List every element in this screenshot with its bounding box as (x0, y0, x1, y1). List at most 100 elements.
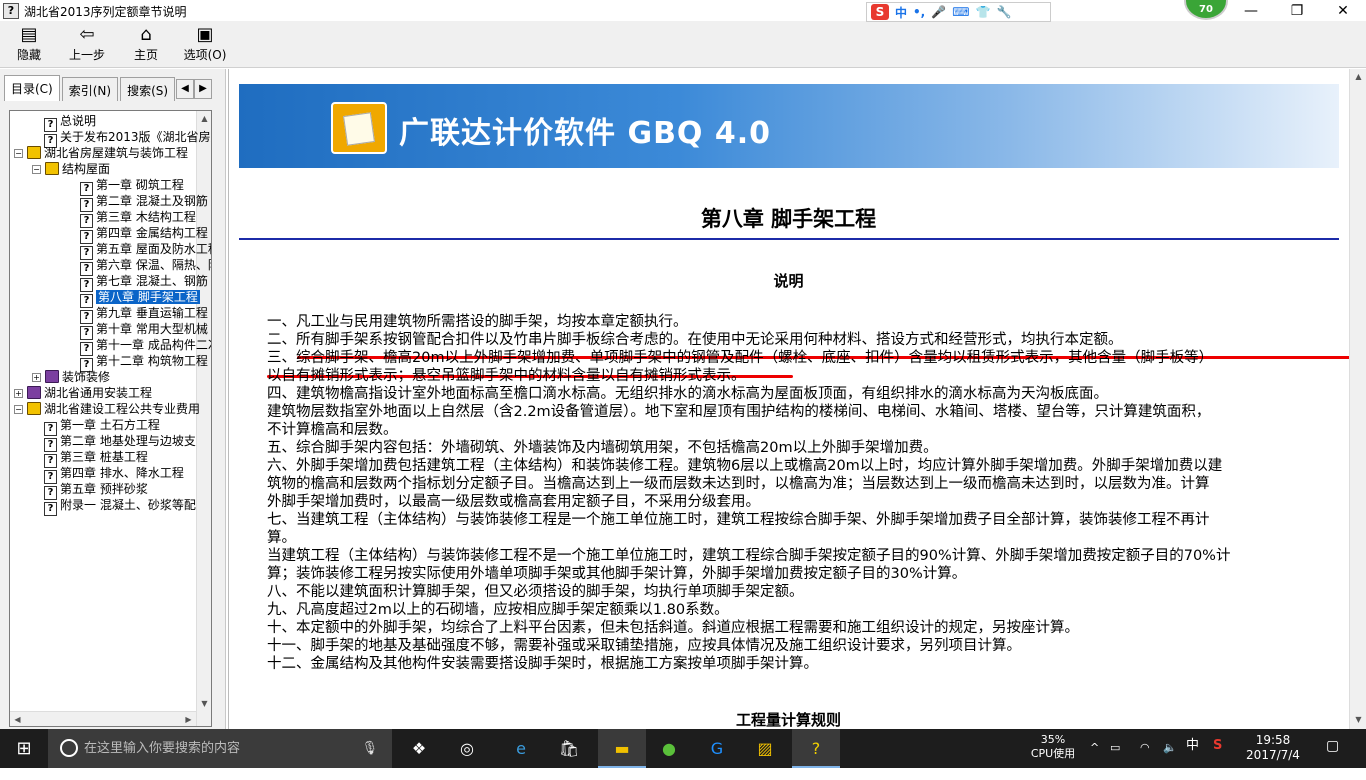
tree-item[interactable]: ? 第四章 排水、降水工程 (32, 465, 184, 484)
tree-item[interactable]: ? 第一章 砌筑工程 (68, 177, 184, 196)
app-green-icon[interactable]: ● (645, 729, 693, 768)
task-view-icon[interactable]: ❖ (395, 729, 443, 768)
scroll-up-icon[interactable]: ▲ (1351, 69, 1366, 84)
title-bar: ? 湖北省2013序列定额章节说明 S 中 •, 🎤 ⌨ 👕 🔧 70 — ❐ … (0, 0, 1366, 22)
score-badge[interactable]: 70 (1184, 0, 1228, 20)
hide-pane-icon: ▤ (20, 24, 38, 45)
restore-button[interactable]: ❐ (1274, 0, 1320, 22)
tree-item[interactable]: ? 第二章 混凝土及钢筋 (68, 193, 208, 212)
title-divider (239, 238, 1339, 240)
file-explorer-icon[interactable]: ▬ (598, 729, 646, 768)
doc-paragraph: 外脚手架增加费时，以最高一级层数或檐高套用定额子目，不采用分级套用。 (267, 494, 760, 510)
tree-item-label: 总说明 (60, 114, 97, 128)
collapse-icon[interactable]: − (14, 405, 23, 414)
notification-center-icon[interactable]: ▢ (1326, 739, 1339, 778)
tree-item-label: 第七章 混凝土、钢筋 (96, 274, 208, 288)
tree-item[interactable]: ? 第十一章 成品构件二次 (68, 337, 211, 356)
tree-item[interactable]: ? 第五章 屋面及防水工程 (68, 241, 211, 260)
tree-item[interactable]: ? 第三章 木结构工程 (68, 209, 196, 228)
doc-paragraph: 六、外脚手架增加费包括建筑工程（主体结构）和装饰装修工程。建筑物6层以上或檐高2… (267, 458, 1223, 474)
tab-index[interactable]: 索引(N) (61, 77, 119, 101)
ime-lang-toggle[interactable]: 中 (895, 4, 907, 21)
tree-item[interactable]: ? 第三章 桩基工程 (32, 449, 148, 468)
collapse-icon[interactable]: − (32, 165, 41, 174)
tree-item[interactable]: ? 第五章 预拌砂浆 (32, 481, 148, 500)
content-vertical-scrollbar[interactable]: ▲ ▼ (1349, 69, 1366, 729)
close-button[interactable]: ✕ (1320, 0, 1366, 22)
tree-item[interactable]: ? 总说明 (32, 113, 97, 132)
windows-start-icon[interactable]: ⊞ (0, 729, 48, 768)
tree-item[interactable]: ? 附录一 混凝土、砂浆等配 (32, 497, 196, 516)
tree-item[interactable]: ? 第一章 土石方工程 (32, 417, 160, 436)
tree-item[interactable]: ? 第二章 地基处理与边坡支 (32, 433, 196, 452)
tab-contents[interactable]: 目录(C) (4, 75, 60, 101)
tree-item-label: 第六章 保温、隔热、防 (96, 258, 212, 272)
options-button[interactable]: ▣ 选项(O) (180, 24, 230, 66)
scroll-right-icon[interactable]: ▶ (181, 712, 196, 726)
tree-item[interactable]: ? 第六章 保温、隔热、防 (68, 257, 212, 276)
doc-paragraph: 十一、脚手架的地基及基础强度不够，需要补强或采取铺垫措施，应按具体情况及施工组织… (267, 638, 1021, 654)
hide-button[interactable]: ▤ 隐藏 (4, 24, 54, 66)
taskbar-search-box[interactable]: 在这里输入你要搜索的内容 🎙 (48, 729, 392, 768)
tree-horizontal-scrollbar[interactable]: ◀ ▶ (10, 711, 196, 726)
expand-icon[interactable]: + (14, 389, 23, 398)
scroll-down-icon[interactable]: ▼ (1351, 712, 1366, 727)
search-placeholder: 在这里输入你要搜索的内容 (84, 741, 241, 756)
tab-left-arrow-icon[interactable]: ◀ (176, 79, 194, 99)
expand-icon[interactable]: + (32, 373, 41, 382)
sogou-logo-icon[interactable]: S (871, 4, 889, 20)
minimize-button[interactable]: — (1228, 0, 1274, 22)
home-label: 主页 (133, 48, 158, 62)
doc-paragraph: 五、综合脚手架内容包括：外墙砌筑、外墙装饰及内墙砌筑用架，不包括檐高20m以上外… (267, 440, 938, 456)
ime-toolbar[interactable]: S 中 •, 🎤 ⌨ 👕 🔧 (866, 2, 1051, 22)
cpu-meter[interactable]: 35% CPU使用 (1030, 733, 1076, 772)
wifi-icon[interactable]: ◠ (1140, 741, 1150, 780)
tree-item-label: 湖北省通用安装工程 (44, 386, 153, 400)
tree-item[interactable]: ? 第四章 金属结构工程 (68, 225, 208, 244)
app-swirl-icon[interactable]: ◎ (443, 729, 491, 768)
clock[interactable]: 19:58 2017/7/4 (1243, 733, 1303, 772)
tree-item[interactable]: ? 第八章 脚手架工程 (68, 289, 200, 308)
options-icon: ▣ (196, 24, 214, 45)
store-icon[interactable]: 🛍 (545, 729, 593, 768)
scroll-up-icon[interactable]: ▲ (197, 111, 211, 126)
ime-punct-toggle[interactable]: •, (913, 5, 925, 19)
scroll-left-icon[interactable]: ◀ (10, 712, 25, 726)
glodon-app-icon[interactable]: ▨ (741, 729, 789, 768)
network-icon[interactable]: ▭ (1110, 741, 1120, 780)
tree-item[interactable]: − 结构屋面 (32, 161, 110, 177)
tree-item[interactable]: − 湖北省房屋建筑与装饰工程 (14, 145, 188, 161)
tab-search[interactable]: 搜索(S) (120, 77, 176, 101)
tree-item-label: 装饰装修 (62, 370, 111, 384)
tree-item-label: 第四章 金属结构工程 (96, 226, 208, 240)
tree-item[interactable]: ? 第九章 垂直运输工程 (68, 305, 208, 324)
mic-icon[interactable]: 🎤 (931, 5, 946, 19)
toolbar: ▤ 隐藏 ⇦ 上一步 ⌂ 主页 ▣ 选项(O) (0, 22, 1366, 68)
tree-item[interactable]: + 装饰装修 (32, 369, 110, 385)
doc-paragraph: 三、综合脚手架、檐高20m以上外脚手架增加费、单项脚手架中的钢管及配件（螺栓、底… (267, 350, 1214, 366)
back-button[interactable]: ⇦ 上一步 (62, 24, 112, 66)
mic-icon[interactable]: 🎙 (361, 729, 378, 768)
tree-item[interactable]: ? 关于发布2013版《湖北省房屋 (32, 129, 211, 148)
keyboard-icon[interactable]: ⌨ (952, 5, 969, 19)
tree-item[interactable]: ? 第十章 常用大型机械 (68, 321, 208, 340)
skin-icon[interactable]: 👕 (976, 5, 991, 19)
edge-browser-icon[interactable]: e (497, 729, 545, 768)
ime-lang-indicator[interactable]: 中 (1186, 739, 1199, 778)
tools-icon[interactable]: 🔧 (996, 5, 1011, 19)
collapse-icon[interactable]: − (14, 149, 23, 158)
tree-item[interactable]: ? 第十二章 构筑物工程 (68, 353, 208, 372)
tree-item[interactable]: + 湖北省通用安装工程 (14, 385, 152, 401)
help-viewer-icon[interactable]: ? (792, 729, 840, 768)
tab-right-arrow-icon[interactable]: ▶ (194, 79, 212, 99)
doc-paragraph: 四、建筑物檐高指设计室外地面标高至檐口滴水标高。无组织排水的滴水标高为屋面板顶面… (267, 386, 1108, 402)
show-hidden-icons-icon[interactable]: ^ (1090, 741, 1099, 780)
tree-item[interactable]: − 湖北省建设工程公共专业费用 (14, 401, 200, 417)
tree-item[interactable]: ? 第七章 混凝土、钢筋 (68, 273, 208, 292)
browser-g-icon[interactable]: G (693, 729, 741, 768)
sogou-tray-icon[interactable]: S (1213, 739, 1222, 778)
volume-icon[interactable]: 🔈 (1163, 741, 1177, 780)
scroll-down-icon[interactable]: ▼ (197, 696, 211, 711)
home-button[interactable]: ⌂ 主页 (121, 24, 171, 66)
chapter-title: 第八章 脚手架工程 (700, 207, 877, 231)
